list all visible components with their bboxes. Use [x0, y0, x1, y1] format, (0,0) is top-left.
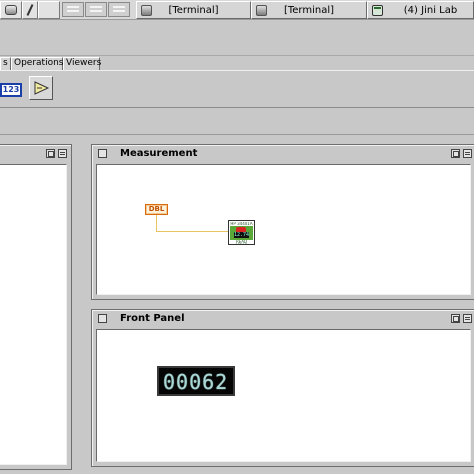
measurement-window: Measurement DBL HP 34401A 12.74 READ MEA…	[91, 144, 474, 300]
window-menu-icon[interactable]	[98, 149, 107, 158]
blank-button[interactable]	[38, 1, 60, 19]
workspace-1-button[interactable]	[62, 2, 84, 17]
vi-footer: READ MEAS	[235, 240, 248, 244]
minimize-icon[interactable]	[451, 149, 460, 158]
status-band	[0, 108, 474, 135]
maximize-icon[interactable]	[463, 314, 472, 323]
tab-operations[interactable]: Operations	[11, 57, 63, 70]
front-panel-titlebar[interactable]: Front Panel	[94, 312, 473, 326]
dbl-terminal[interactable]: DBL	[145, 204, 168, 215]
workspace-2-button[interactable]	[85, 2, 107, 17]
palette-tabs: s Operations Viewers	[0, 56, 474, 70]
app-menu-button[interactable]	[0, 1, 22, 19]
window-title: Front Panel	[120, 313, 185, 324]
amplifier-icon	[34, 81, 50, 95]
front-panel-content[interactable]: 00062	[96, 329, 471, 462]
maximize-icon[interactable]	[463, 149, 472, 158]
left-window	[0, 144, 72, 470]
workspace-3-button[interactable]	[108, 2, 130, 17]
palette-bar: 123	[0, 70, 474, 108]
edit-button[interactable]	[22, 1, 38, 19]
taskbar: [Terminal] [Terminal] (4) Jini Lab	[0, 0, 474, 20]
taskbar-item-label: [Terminal]	[168, 5, 219, 16]
menu-band	[0, 20, 474, 56]
numeric-indicator-value: 00062	[163, 370, 229, 394]
disk-icon	[5, 5, 17, 15]
block-diagram[interactable]: DBL HP 34401A 12.74 READ MEAS	[96, 164, 471, 295]
numeric-constant-tool[interactable]: 123	[0, 83, 22, 97]
multimeter-vi-node[interactable]: HP 34401A 12.74 READ MEAS	[228, 220, 255, 245]
amplifier-tool-button[interactable]	[29, 76, 53, 100]
tab-label: s	[3, 58, 8, 68]
multimeter-icon: 12.74	[230, 226, 253, 240]
wire-segment[interactable]	[156, 231, 228, 232]
maximize-icon[interactable]	[58, 149, 67, 158]
taskbar-item-label: [Terminal]	[283, 5, 335, 16]
tab-viewers[interactable]: Viewers	[63, 57, 102, 70]
left-window-titlebar[interactable]	[0, 147, 69, 161]
tab-partial[interactable]: s	[0, 57, 11, 70]
numeric-indicator[interactable]: 00062	[157, 366, 235, 396]
tab-label: Operations	[14, 58, 64, 68]
pencil-icon	[26, 4, 34, 16]
measurement-titlebar[interactable]: Measurement	[94, 147, 473, 161]
window-menu-icon[interactable]	[98, 314, 107, 323]
vi-display: 12.74	[234, 232, 250, 238]
minimize-icon[interactable]	[46, 149, 55, 158]
taskbar-item-jini-lab[interactable]: (4) Jini Lab	[367, 1, 474, 19]
taskbar-item-label: (4) Jini Lab	[403, 5, 458, 16]
tab-label: Viewers	[66, 58, 102, 68]
window-title: Measurement	[120, 148, 198, 159]
taskbar-item-terminal-1[interactable]: [Terminal]	[136, 1, 251, 19]
numeric-constant-label: 123	[2, 85, 20, 94]
taskbar-item-terminal-2[interactable]: [Terminal]	[251, 1, 367, 19]
wire-segment[interactable]	[156, 215, 157, 232]
front-panel-window: Front Panel 00062	[91, 309, 474, 467]
minimize-icon[interactable]	[451, 314, 460, 323]
dbl-label: DBL	[148, 205, 165, 213]
left-window-content	[0, 164, 67, 465]
